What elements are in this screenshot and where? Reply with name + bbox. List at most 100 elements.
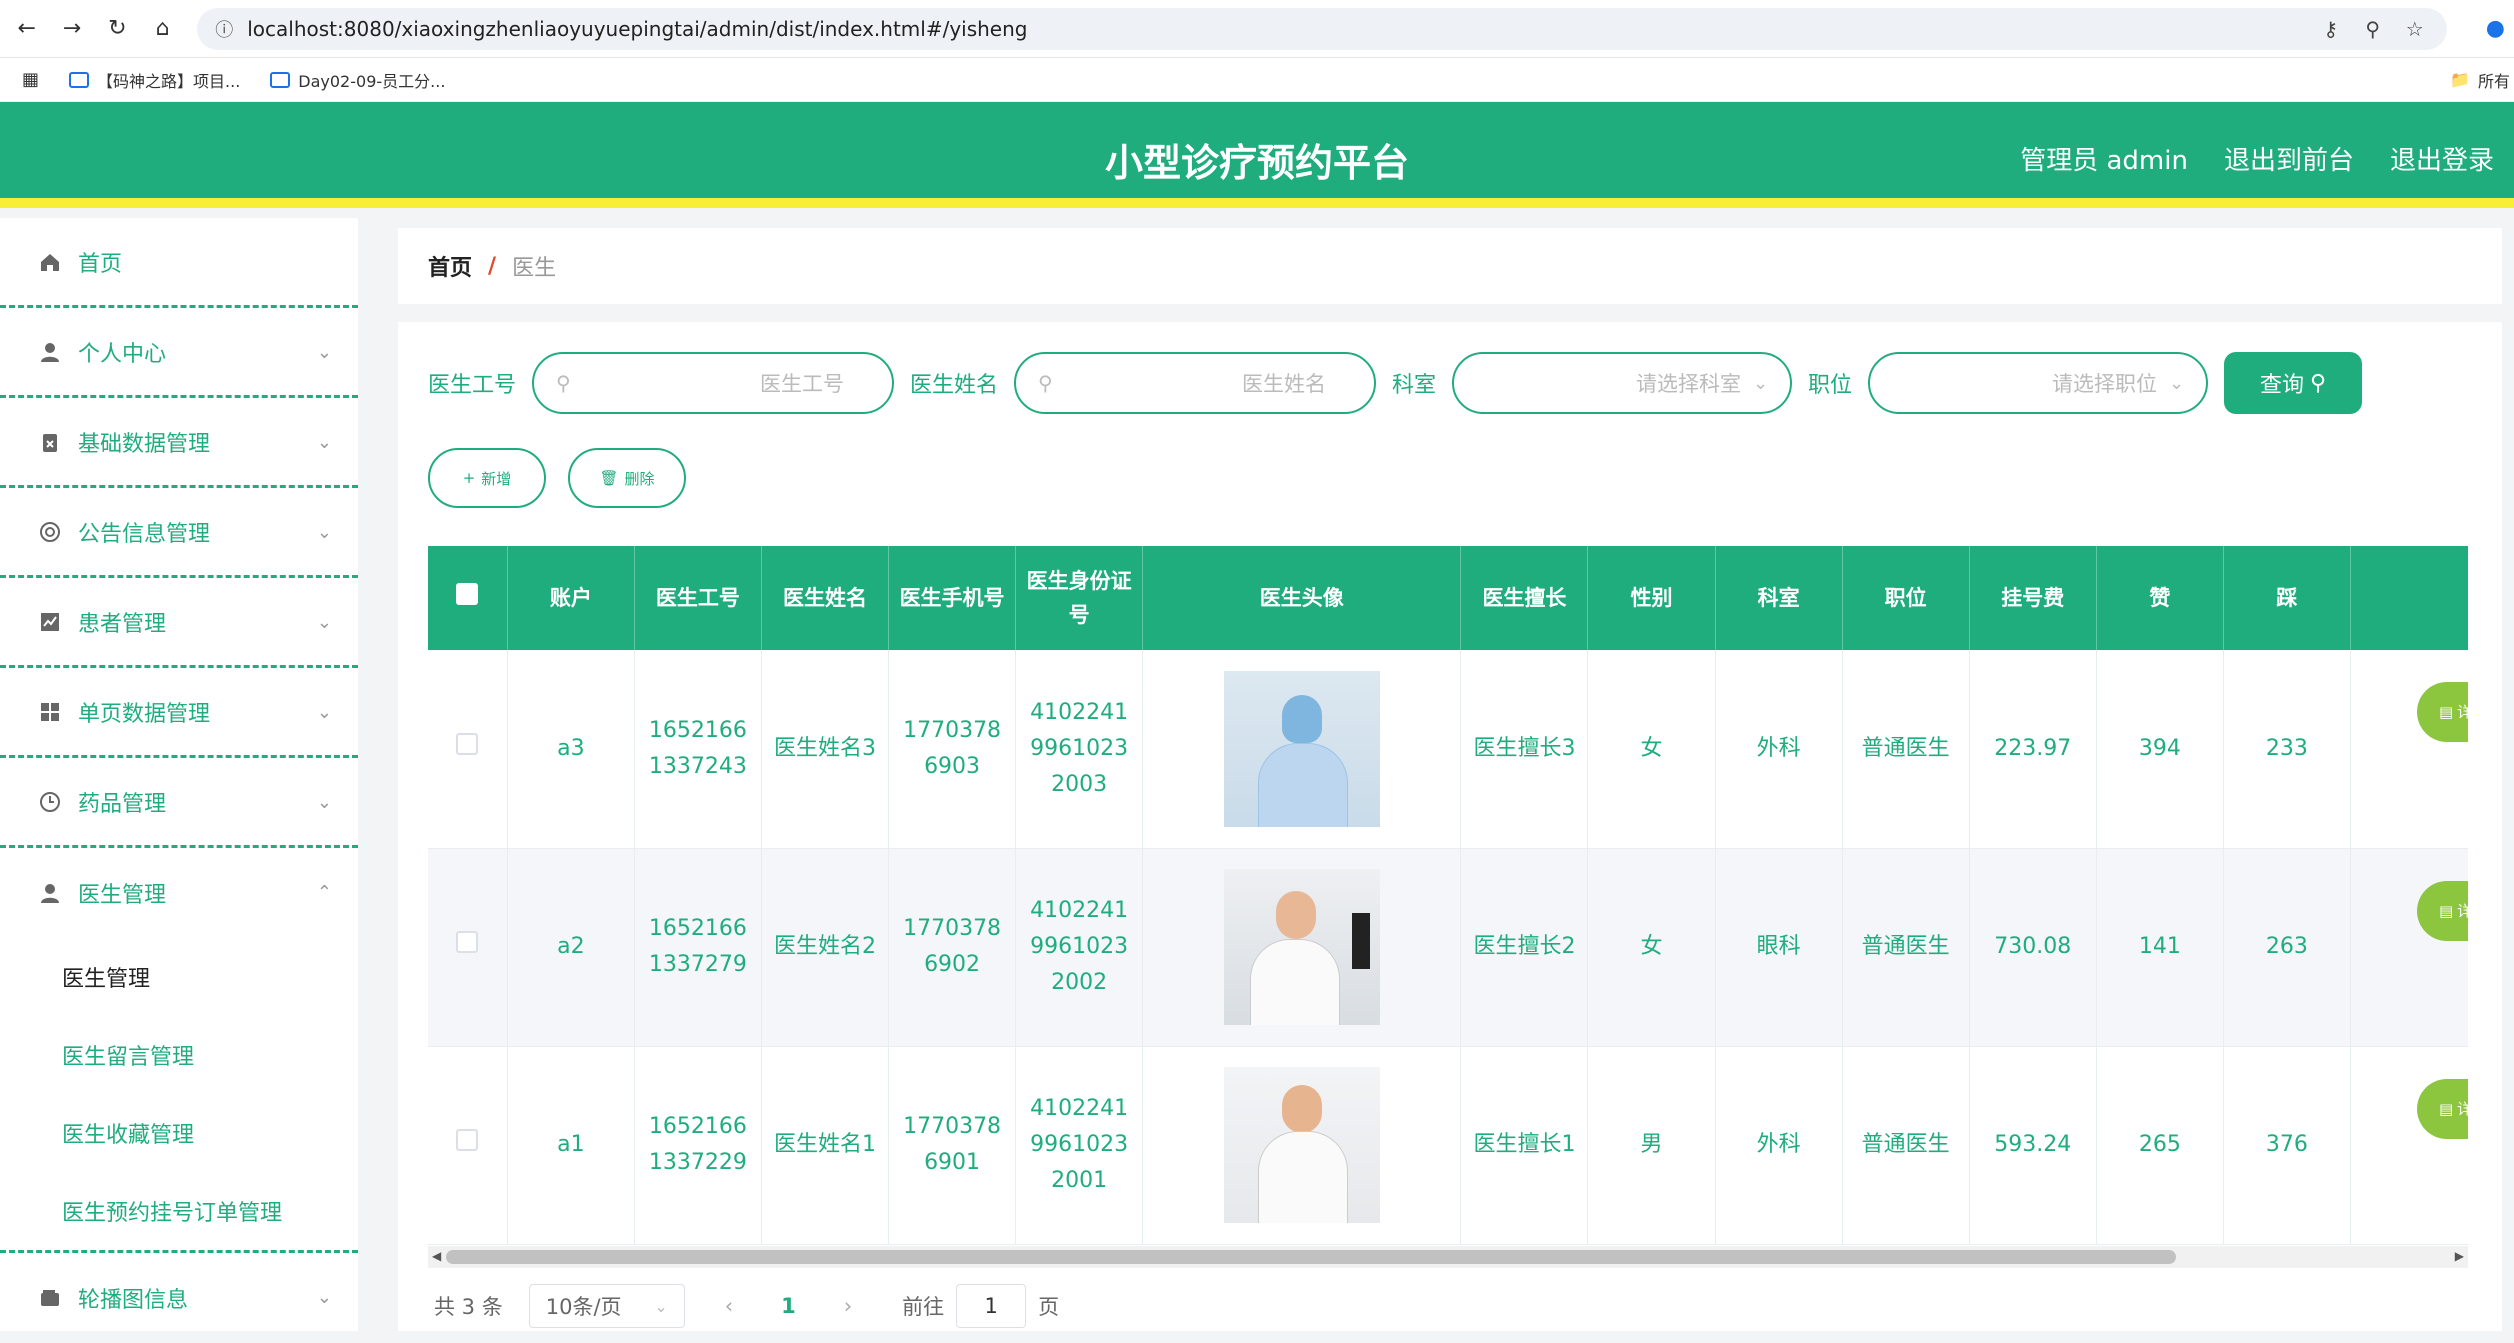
query-button-label: 查询: [2259, 373, 2304, 398]
chevron-down-icon: ⌄: [316, 792, 332, 813]
bookmark-label: Day02-09-员工分...: [298, 71, 446, 91]
add-button[interactable]: + 新增: [428, 448, 546, 508]
column-header: 医生头像: [1142, 546, 1462, 650]
doctor-name-input[interactable]: ⚲ 医生姓名: [1014, 352, 1377, 414]
column-header: 科室: [1715, 546, 1843, 650]
zoom-icon[interactable]: ⚲: [2359, 17, 2387, 41]
forward-icon[interactable]: →: [53, 10, 90, 48]
page-number-current[interactable]: 1: [781, 1294, 796, 1318]
column-header: 医生工号: [634, 546, 762, 650]
chevron-down-icon: ⌄: [1752, 372, 1769, 394]
sidebar-item-notice[interactable]: 公告信息管理 ⌄: [0, 488, 358, 578]
row-checkbox[interactable]: [456, 1129, 479, 1151]
delete-button[interactable]: 🗑 删除: [568, 448, 686, 508]
home-icon[interactable]: ⌂: [144, 10, 181, 48]
delete-button-label: 删除: [624, 469, 655, 488]
folder-icon: 📁: [2450, 70, 2470, 89]
detail-button[interactable]: ▤详情: [2416, 880, 2468, 941]
label-doctor-name: 医生姓名: [910, 373, 999, 398]
submenu-doctor-order[interactable]: 医生预约挂号订单管理: [0, 1172, 358, 1250]
breadcrumb-home[interactable]: 首页: [428, 250, 472, 282]
sidebar-item-single-page[interactable]: 单页数据管理 ⌄: [0, 668, 358, 758]
doctor-id-input[interactable]: ⚲ 医生工号: [532, 352, 895, 414]
key-icon[interactable]: ⚷: [2317, 17, 2345, 41]
detail-button[interactable]: ▤详情: [2416, 682, 2468, 742]
column-header: 性别: [1587, 546, 1716, 650]
position-select[interactable]: 请选择职位 ⌄: [1868, 352, 2209, 414]
cell-doctor-id: 16521661337243: [634, 650, 762, 849]
bookmark-item[interactable]: 【码神之路】项目...: [69, 68, 240, 92]
star-icon[interactable]: ☆: [2401, 17, 2429, 41]
admin-label: 管理员 admin: [2020, 146, 2188, 176]
search-icon: ⚲: [556, 371, 571, 395]
cell-doctor-name: 医生姓名3: [761, 650, 890, 849]
bookmark-item[interactable]: Day02-09-员工分...: [270, 68, 445, 92]
scrollbar-thumb[interactable]: [446, 1250, 2176, 1264]
submenu-doctor-message[interactable]: 医生留言管理: [0, 1016, 358, 1094]
next-page-icon[interactable]: ›: [844, 1294, 852, 1318]
apps-icon[interactable]: ▦: [22, 69, 39, 90]
bookmark-icon: [69, 71, 90, 88]
goto-page-value: 1: [984, 1294, 998, 1318]
cell-position: 普通医生: [1842, 1046, 1970, 1245]
content-card: 医生工号 ⚲ 医生工号 医生姓名 ⚲ 医生姓名 科室 请选择科室 ⌄ 职位 请选…: [398, 322, 2502, 1331]
row-select-cell: [428, 848, 508, 1047]
doctor-avatar: [1223, 869, 1380, 1025]
url-text[interactable]: localhost:8080/xiaoxingzhenliaoyuyueping…: [247, 17, 2302, 41]
scroll-right-icon[interactable]: ▶: [2455, 1249, 2464, 1263]
column-header: 赞: [2096, 546, 2224, 650]
prev-page-icon[interactable]: ‹: [725, 1294, 733, 1318]
cell-like: 141: [2096, 848, 2224, 1047]
query-button[interactable]: 查询 ⚲: [2224, 352, 2363, 414]
scroll-left-icon[interactable]: ◀: [432, 1249, 441, 1263]
wallet-icon: [36, 1284, 64, 1312]
search-form: 医生工号 ⚲ 医生工号 医生姓名 ⚲ 医生姓名 科室 请选择科室 ⌄ 职位 请选…: [428, 352, 2363, 414]
reload-icon[interactable]: ↻: [99, 10, 136, 48]
cell-doctor-id: 16521661337229: [634, 1046, 762, 1245]
doctor-table: 账户 医生工号 医生姓名 医生手机号 医生身份证号 医生头像 医生擅长 性别 科…: [428, 546, 2468, 1276]
back-icon[interactable]: ←: [8, 10, 45, 48]
chevron-down-icon: ⌄: [316, 342, 332, 363]
doctor-name-placeholder: 医生姓名: [1242, 372, 1327, 396]
page-size-value: 10条/页: [545, 1295, 622, 1319]
cell-department: 外科: [1715, 650, 1843, 849]
page-size-select[interactable]: 10条/页 ⌄: [528, 1284, 685, 1328]
sidebar-item-personal[interactable]: 个人中心 ⌄: [0, 308, 358, 398]
cell-actions: ▤详情: [2350, 1046, 2468, 1245]
department-select[interactable]: 请选择科室 ⌄: [1452, 352, 1793, 414]
cell-fee: 730.08: [1969, 848, 2097, 1047]
department-placeholder: 请选择科室: [1635, 372, 1741, 396]
all-bookmarks-label: 所有: [2477, 71, 2510, 91]
column-header: 医生手机号: [888, 546, 1017, 650]
submenu-doctor-favorite[interactable]: 医生收藏管理: [0, 1094, 358, 1172]
address-bar[interactable]: ⓘ localhost:8080/xiaoxingzhenliaoyuyuepi…: [197, 7, 2447, 50]
all-bookmarks[interactable]: 📁 所有: [2450, 68, 2510, 92]
detail-button[interactable]: ▤详情: [2416, 1078, 2468, 1139]
select-all-checkbox[interactable]: [456, 583, 479, 605]
cell-like: 394: [2096, 650, 2224, 849]
document-icon: ▤: [2438, 1099, 2454, 1118]
horizontal-scrollbar[interactable]: ◀ ▶: [428, 1246, 2468, 1268]
select-all-cell: [428, 546, 508, 650]
row-checkbox[interactable]: [456, 931, 479, 953]
add-button-label: 新增: [481, 469, 512, 488]
site-info-icon[interactable]: ⓘ: [215, 16, 233, 42]
sidebar-item-carousel[interactable]: 轮播图信息 ⌄: [0, 1253, 358, 1343]
sidebar-item-label: 轮播图信息: [78, 1288, 189, 1313]
chevron-down-icon: ⌄: [2168, 372, 2185, 394]
logout-link[interactable]: 退出登录: [2390, 140, 2494, 177]
bookmark-icon: [270, 71, 291, 88]
goto-page-input[interactable]: 1: [956, 1284, 1027, 1328]
sidebar-item-doctor[interactable]: 医生管理 ⌃: [0, 848, 358, 938]
sidebar-item-medicine[interactable]: 药品管理 ⌄: [0, 758, 358, 848]
cell-account: a1: [507, 1046, 635, 1245]
profile-icon[interactable]: ●: [2477, 10, 2514, 48]
sidebar-item-patient[interactable]: 患者管理 ⌄: [0, 578, 358, 668]
submenu-doctor-manage[interactable]: 医生管理: [0, 938, 358, 1016]
sidebar-item-basic-data[interactable]: 基础数据管理 ⌄: [0, 398, 358, 488]
exit-to-front-link[interactable]: 退出到前台: [2224, 140, 2354, 177]
chevron-down-icon: ⌄: [316, 432, 332, 453]
sidebar-item-home[interactable]: 首页: [0, 218, 358, 308]
row-checkbox[interactable]: [456, 732, 479, 755]
browser-toolbar: ← → ↻ ⌂ ⓘ localhost:8080/xiaoxingzhenlia…: [0, 0, 2514, 58]
